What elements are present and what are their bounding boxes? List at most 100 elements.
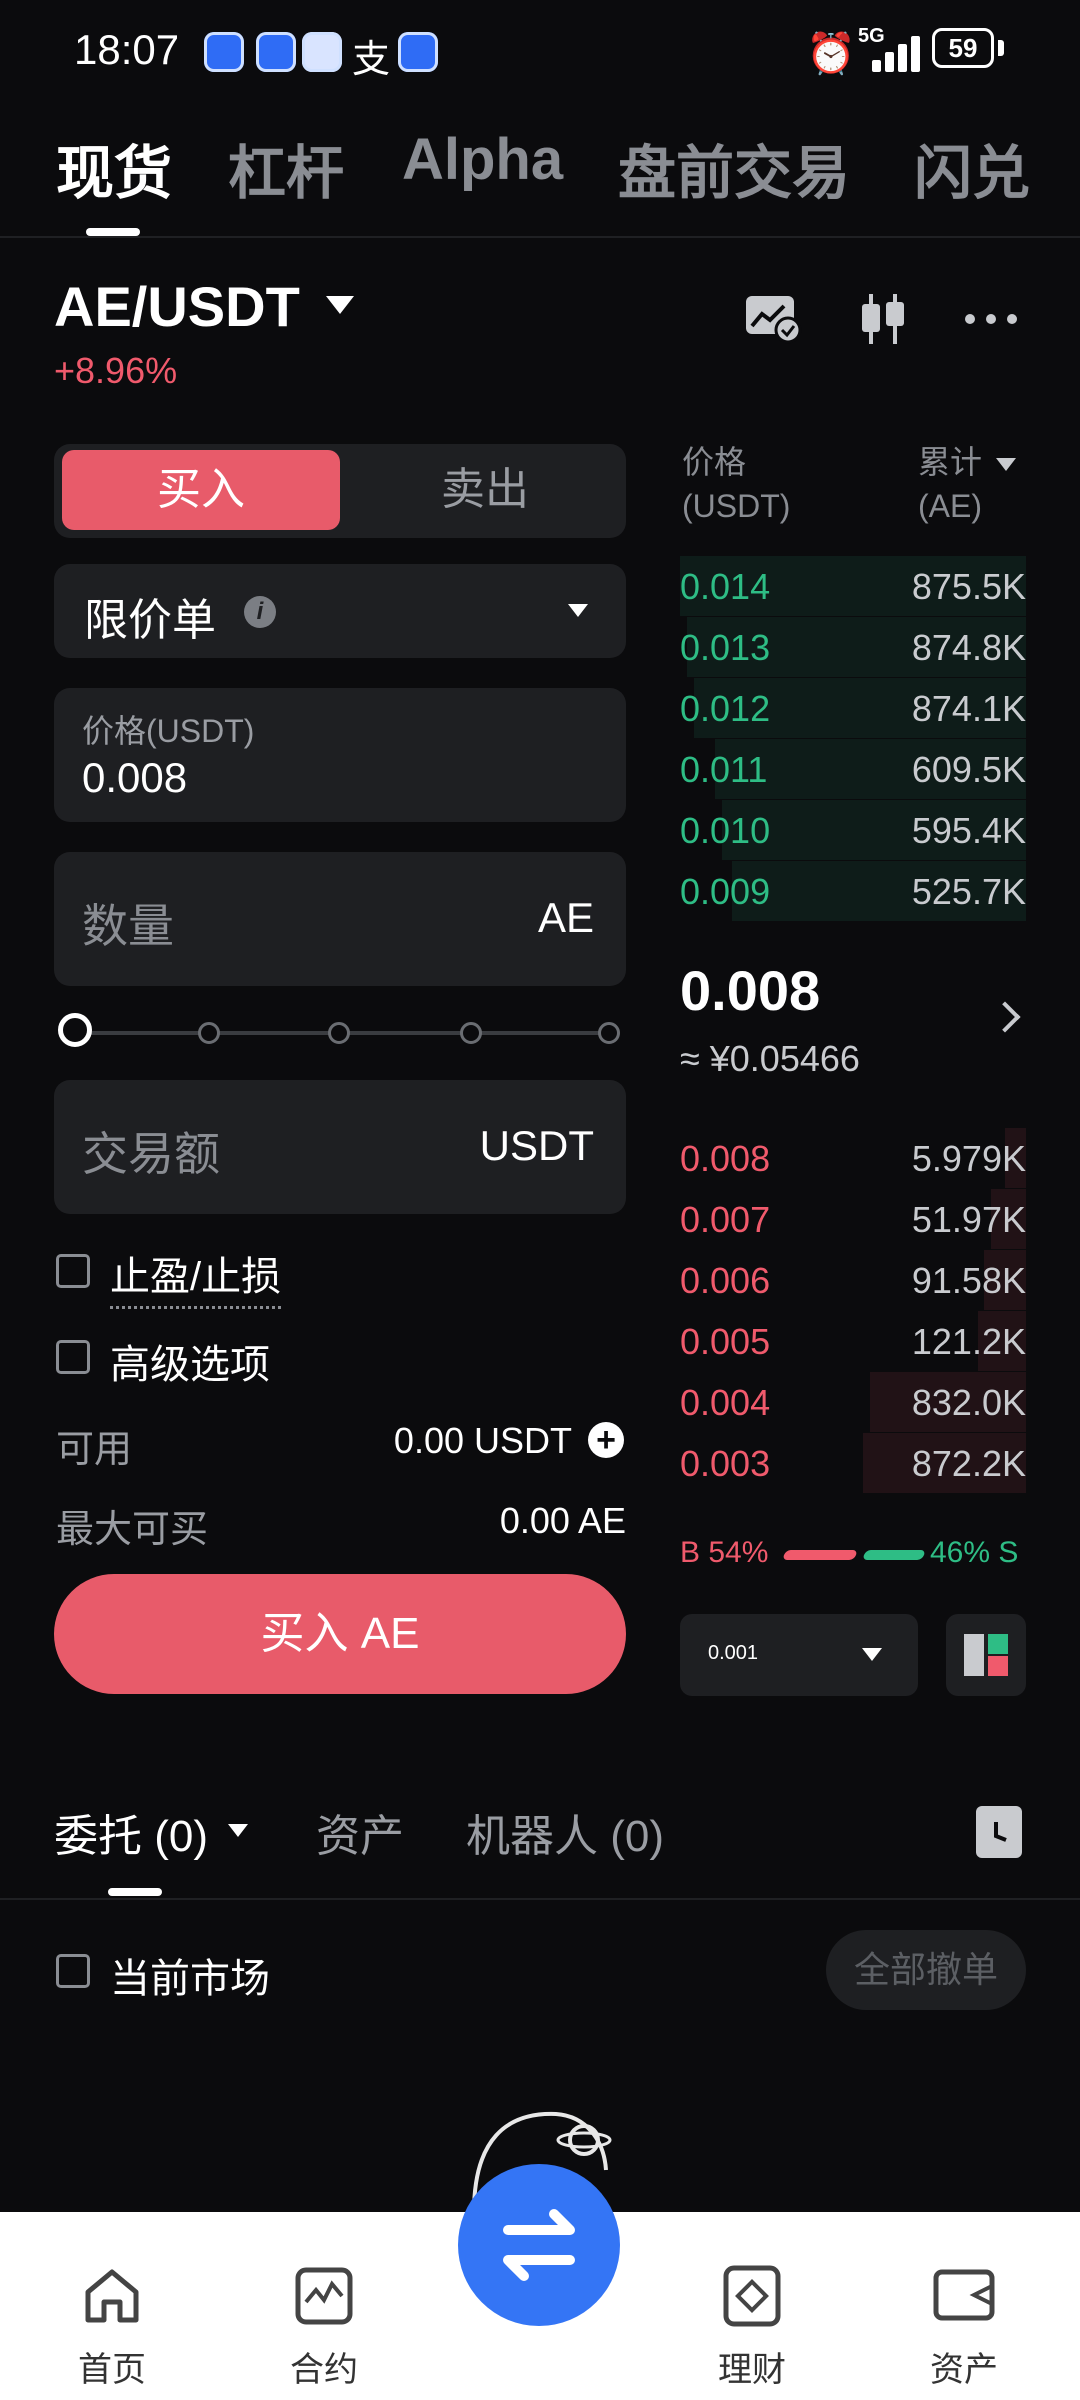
- order-cumulative: 874.1K: [911, 688, 1026, 729]
- chevron-down-icon[interactable]: [228, 1824, 248, 1837]
- deposit-plus-icon[interactable]: +: [588, 1422, 624, 1458]
- slider-step-100[interactable]: [598, 1022, 620, 1044]
- bid-row[interactable]: 0.013 874.8K: [680, 617, 1026, 677]
- slider-step-75[interactable]: [460, 1022, 482, 1044]
- total-unit: USDT: [479, 1122, 594, 1169]
- bid-row[interactable]: 0.014 875.5K: [680, 556, 1026, 616]
- ask-row[interactable]: 0.006 91.58K: [680, 1250, 1026, 1310]
- order-cumulative: 5.979K: [911, 1138, 1026, 1179]
- order-price: 0.010: [680, 810, 771, 851]
- active-tab-indicator: [86, 228, 140, 236]
- tab-orders[interactable]: 委托 (0): [54, 1800, 208, 1864]
- alipay-icon: 支: [352, 39, 391, 81]
- price-header-label: 价格: [682, 444, 747, 480]
- cancel-all-button[interactable]: 全部撤单: [826, 1930, 1026, 2010]
- advanced-label[interactable]: 高级选项: [110, 1332, 270, 1390]
- last-price: 0.008: [680, 959, 821, 1022]
- chevron-right-icon[interactable]: [989, 1001, 1021, 1033]
- order-price: 0.014: [680, 566, 771, 607]
- quantity-unit: AE: [537, 894, 594, 941]
- tab-bots[interactable]: 机器人 (0): [466, 1800, 664, 1864]
- ask-row[interactable]: 0.004 832.0K: [680, 1372, 1026, 1432]
- order-cumulative: 525.7K: [911, 871, 1026, 912]
- order-cumulative: 875.5K: [911, 566, 1026, 607]
- order-price: 0.006: [680, 1260, 771, 1301]
- chart-alert-icon[interactable]: [744, 292, 802, 344]
- swap-arrows-icon: [503, 2209, 575, 2281]
- bid-row[interactable]: 0.012 874.1K: [680, 678, 1026, 738]
- tab-assets[interactable]: 资产: [316, 1800, 404, 1864]
- tab-convert[interactable]: 闪兑: [914, 126, 1030, 210]
- pair-selector[interactable]: AE/USDT: [54, 274, 300, 339]
- trade-fab-button[interactable]: [458, 2164, 620, 2326]
- total-placeholder: 交易额: [82, 1128, 220, 1180]
- ask-row[interactable]: 0.007 51.97K: [680, 1189, 1026, 1249]
- chevron-down-icon: [568, 604, 588, 617]
- candlestick-icon[interactable]: [856, 292, 910, 346]
- order-price: 0.003: [680, 1443, 771, 1484]
- order-price: 0.008: [680, 1138, 771, 1179]
- chevron-down-icon[interactable]: [996, 458, 1016, 471]
- order-cumulative: 595.4K: [911, 810, 1026, 851]
- price-change: +8.96%: [54, 350, 178, 391]
- ghost-app-icon: [302, 32, 342, 72]
- active-bottom-tab-indicator: [108, 1888, 162, 1896]
- buy-tab[interactable]: 买入: [62, 450, 340, 530]
- wallet-icon: [933, 2269, 995, 2321]
- tpsl-label[interactable]: 止盈/止损: [110, 1244, 282, 1309]
- ask-row[interactable]: 0.003 872.2K: [680, 1433, 1026, 1493]
- info-icon[interactable]: i: [244, 596, 276, 628]
- order-price: 0.004: [680, 1382, 771, 1423]
- order-cumulative: 609.5K: [911, 749, 1026, 790]
- order-price: 0.009: [680, 871, 771, 912]
- ask-row[interactable]: 0.005 121.2K: [680, 1311, 1026, 1371]
- order-cumulative: 91.58K: [911, 1260, 1026, 1301]
- nav-assets[interactable]: 资产: [904, 2262, 1024, 2389]
- max-buy-value: 0.00 AE: [499, 1500, 626, 1541]
- current-market-checkbox[interactable]: [56, 1954, 90, 1988]
- bid-row[interactable]: 0.010 595.4K: [680, 800, 1026, 860]
- app-notification-icon: [256, 32, 296, 72]
- sell-tab[interactable]: 卖出: [350, 450, 620, 530]
- earn-icon: [723, 2265, 781, 2327]
- chevron-down-icon: [862, 1648, 882, 1661]
- tab-alpha[interactable]: Alpha: [402, 126, 563, 193]
- tab-premarket[interactable]: 盘前交易: [618, 126, 850, 210]
- last-price-cny: ≈ ¥0.05466: [680, 1038, 860, 1079]
- submit-buy-button[interactable]: 买入 AE: [54, 1574, 626, 1694]
- order-cumulative: 51.97K: [911, 1199, 1026, 1240]
- cumulative-header-label: 累计: [918, 444, 983, 480]
- order-price: 0.007: [680, 1199, 771, 1240]
- slider-step-50[interactable]: [328, 1022, 350, 1044]
- orders-divider: [0, 1898, 1080, 1900]
- ask-row[interactable]: 0.008 5.979K: [680, 1128, 1026, 1188]
- amount-slider-knob[interactable]: [58, 1013, 92, 1047]
- price-value[interactable]: 0.008: [82, 754, 187, 802]
- nav-futures[interactable]: 合约: [264, 2262, 384, 2389]
- more-icon[interactable]: [962, 292, 1020, 346]
- alarm-icon: ⏰: [806, 32, 856, 76]
- chevron-down-icon[interactable]: [326, 296, 354, 314]
- book-layout-button[interactable]: [946, 1614, 1026, 1696]
- advanced-checkbox[interactable]: [56, 1340, 90, 1374]
- tpsl-checkbox[interactable]: [56, 1254, 90, 1288]
- max-buy-label: 最大可买: [56, 1509, 209, 1551]
- order-price: 0.012: [680, 688, 771, 729]
- cumulative-column-header[interactable]: 累计 (AE): [918, 440, 982, 528]
- home-icon: [85, 2269, 139, 2323]
- tab-margin[interactable]: 杠杆: [228, 126, 344, 210]
- tab-spot[interactable]: 现货: [56, 126, 172, 210]
- clock-icon: [994, 1822, 1007, 1842]
- nav-home[interactable]: 首页: [52, 2262, 172, 2389]
- sell-ratio-bar: [862, 1550, 926, 1560]
- status-bar: 18:07 支 ⏰ 5G 59: [0, 0, 1080, 100]
- slider-step-25[interactable]: [198, 1022, 220, 1044]
- nav-earn[interactable]: 理财: [692, 2262, 812, 2389]
- order-history-icon[interactable]: [976, 1806, 1022, 1858]
- order-cumulative: 872.2K: [911, 1443, 1026, 1484]
- bid-row[interactable]: 0.011 609.5K: [680, 739, 1026, 799]
- current-market-label[interactable]: 当前市场: [110, 1946, 270, 2004]
- bid-row[interactable]: 0.009 525.7K: [680, 861, 1026, 921]
- battery-icon: 59: [932, 28, 994, 68]
- order-cumulative: 121.2K: [911, 1321, 1026, 1362]
